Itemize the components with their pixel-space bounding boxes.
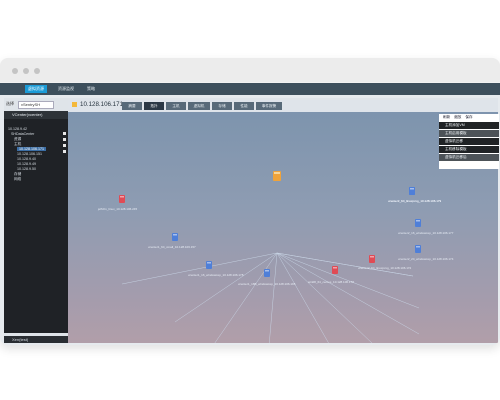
center-host-node[interactable] xyxy=(273,171,281,181)
top-navigation: 虚拟资源 资源监视 策略 xyxy=(0,83,500,95)
sidebar-footer[interactable]: Xen(test) xyxy=(4,336,68,343)
vm-node[interactable]: vcenter2_24_windowsxp_10.128.106.174 xyxy=(398,245,454,261)
vm-node-label: vcenter2_16_windowsxp_10.128.106.177 xyxy=(398,231,454,235)
tree-node[interactable]: 10.128.9.49 xyxy=(17,162,36,166)
selector-label: 选择 xyxy=(6,101,14,106)
tree-tool-icon[interactable] xyxy=(63,138,66,141)
vm-node-label: vcenter2_24_windowsxp_10.128.106.174 xyxy=(398,257,454,261)
tree-tool-icon[interactable] xyxy=(63,150,66,153)
vm-node-label: vcenter1_16_windowsxp_10.128.106.178 xyxy=(188,273,244,277)
nav-tab-policy[interactable]: 策略 xyxy=(82,85,100,93)
window-dot-icon[interactable] xyxy=(34,68,40,74)
tree-node[interactable]: 网络 xyxy=(14,177,21,181)
topology-nodes: jeffcfm_linux_10.128.106.245 vcenter1_64_… xyxy=(97,171,454,286)
tree-tool-icon[interactable] xyxy=(63,144,66,147)
tree-node[interactable]: 资源 xyxy=(14,137,21,141)
tree-node[interactable]: SHDataCenter xyxy=(11,132,34,136)
main-overlay: 10.128.106.171 摘要 拓扑 主机 虚拟机 存储 性能 事件报警 刷… xyxy=(68,98,499,343)
vm-node-label: win08_64_centos_10.128.106.178 xyxy=(308,280,354,284)
vm-node-label: vcenter1_64_vmall_10.128.106.157 xyxy=(148,245,196,249)
vm-icon-highlight xyxy=(265,270,269,272)
host-selector: 选择 vSentrySH xyxy=(6,100,66,109)
window-dot-icon[interactable] xyxy=(12,68,18,74)
vm-node[interactable]: vcenter1_64_linuxpxxg_10.128.106.179 xyxy=(388,187,442,203)
tree-node[interactable]: 10.128.9.50 xyxy=(17,167,36,171)
vm-node[interactable]: vcenter1_64_vmall_10.128.106.157 xyxy=(148,233,196,249)
selector-dropdown[interactable]: vSentrySH xyxy=(18,101,54,109)
vm-node[interactable]: vcenter1_16_windowsxp_10.128.106.178 xyxy=(188,261,244,277)
nav-tab-virtual-resources[interactable]: 虚拟资源 xyxy=(25,85,47,93)
vm-node[interactable]: vcenter1_16B_windowsxp_10.128.106.195 xyxy=(238,269,296,286)
vm-node[interactable]: vcenter2_16_windowsxp_10.128.106.177 xyxy=(398,219,454,235)
tree-header[interactable]: VCenter(vcenter) xyxy=(4,111,68,119)
vm-icon-highlight xyxy=(333,267,337,269)
tree-node[interactable]: 10.128.9.42 xyxy=(8,127,27,131)
sidebar: 选择 vSentrySH VCenter(vcenter) 10.128.9.4… xyxy=(4,98,68,343)
vm-icon-highlight xyxy=(207,262,211,264)
vm-icon-highlight xyxy=(416,220,420,222)
tree-node-selected[interactable]: 10.128.106.171 xyxy=(17,147,46,151)
tree-node[interactable]: 10.128.9.40 xyxy=(17,157,36,161)
vm-icon-highlight xyxy=(416,246,420,248)
tree-node[interactable]: 主机 xyxy=(14,142,21,146)
vm-icon-highlight xyxy=(120,196,124,198)
vm-icon-highlight xyxy=(410,188,414,190)
vm-node[interactable]: jeffcfm_linux_10.128.106.245 xyxy=(97,195,137,211)
vm-node-label: vcenter1_16B_windowsxp_10.128.106.195 xyxy=(238,282,296,286)
resource-tree-panel: VCenter(vcenter) 10.128.9.42 SHDataCente… xyxy=(4,111,68,333)
tree-node[interactable]: 存储 xyxy=(14,172,21,176)
vm-node-label: jeffcfm_linux_10.128.106.245 xyxy=(97,207,137,211)
vm-node[interactable]: win08_64_centos_10.128.106.178 xyxy=(308,266,354,284)
tree-node[interactable]: 10.128.106.151 xyxy=(17,152,42,156)
nav-tab-resource-monitor[interactable]: 资源监视 xyxy=(55,85,77,93)
window-dot-icon[interactable] xyxy=(23,68,29,74)
vm-node-label: vcenter1_64_linuxpxxg_10.128.106.179 xyxy=(388,199,442,203)
browser-titlebar xyxy=(0,58,500,82)
vm-icon-highlight xyxy=(370,256,374,258)
vm-icon-highlight xyxy=(173,234,177,236)
vm-node-label: vcenter2_64_linuxpxxg_10.128.106.172 xyxy=(358,266,412,270)
tree-tool-icon[interactable] xyxy=(63,132,66,135)
